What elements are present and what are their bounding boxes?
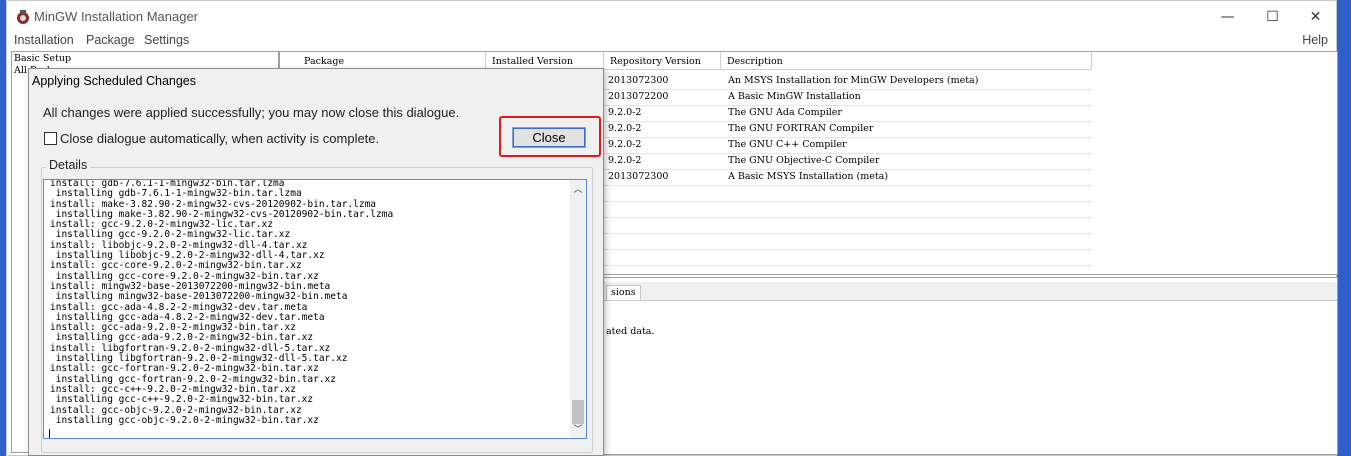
menu-installation[interactable]: Installation	[14, 33, 74, 47]
description-cell: A Basic MSYS Installation (meta)	[728, 171, 889, 182]
repository-version-cell: 2013072300	[608, 171, 669, 182]
menu-bar: Installation Package Settings Help	[7, 31, 1336, 51]
description-cell: An MSYS Installation for MinGW Developer…	[728, 75, 979, 86]
description-cell: The GNU FORTRAN Compiler	[728, 123, 874, 134]
tab-versions[interactable]: sions	[606, 285, 641, 300]
details-log[interactable]: install: gdb-7.6.1-1-mingw32-bin.tar.lzm…	[43, 179, 587, 439]
repository-version-cell: 2013072200	[608, 91, 669, 102]
dialog-message: All changes were applied successfully; y…	[43, 105, 460, 120]
maximize-button[interactable]: ☐	[1250, 1, 1295, 33]
auto-close-label[interactable]: Close dialogue automatically, when activ…	[60, 131, 379, 146]
log-scrollbar[interactable]: ︿ ﹀	[570, 180, 586, 438]
mingw-app-icon	[17, 10, 29, 24]
column-header-repository-version[interactable]: Repository Version	[604, 52, 721, 70]
tree-item-basic-setup[interactable]: Basic Setup	[14, 53, 71, 64]
log-text: install: gdb-7.6.1-1-mingw32-bin.tar.lzm…	[50, 180, 393, 426]
description-cell: The GNU Ada Compiler	[728, 107, 842, 118]
scrollbar-thumb[interactable]	[572, 400, 584, 424]
menu-help[interactable]: Help	[1302, 33, 1328, 47]
window-title: MinGW Installation Manager	[34, 9, 199, 24]
dialog-title: Applying Scheduled Changes	[32, 74, 197, 88]
auto-close-checkbox[interactable]	[44, 132, 57, 145]
menu-package[interactable]: Package	[86, 33, 135, 47]
details-label: Details	[46, 158, 91, 172]
description-cell: A Basic MinGW Installation	[728, 91, 861, 102]
repository-version-cell: 9.2.0-2	[608, 139, 642, 150]
repository-version-cell: 9.2.0-2	[608, 107, 642, 118]
repository-version-cell: 9.2.0-2	[608, 155, 642, 166]
scroll-down-icon[interactable]: ﹀	[570, 422, 586, 436]
description-cell: The GNU C++ Compiler	[728, 139, 847, 150]
description-cell: The GNU Objective-C Compiler	[728, 155, 880, 166]
text-caret	[49, 429, 50, 438]
repository-version-cell: 9.2.0-2	[608, 123, 642, 134]
menu-settings[interactable]: Settings	[144, 33, 189, 47]
scroll-up-icon[interactable]: ︿	[570, 182, 586, 196]
title-bar: MinGW Installation Manager — ☐ ✕	[7, 1, 1336, 33]
column-header-description[interactable]: Description	[721, 52, 1092, 70]
close-window-button[interactable]: ✕	[1293, 1, 1338, 33]
close-button[interactable]: Close	[512, 127, 586, 148]
log-line: installing gcc-objc-9.2.0-2-mingw32-bin.…	[50, 414, 319, 426]
repository-version-cell: 2013072300	[608, 75, 669, 86]
details-text: ated data.	[606, 326, 655, 337]
applying-changes-dialog: Applying Scheduled Changes All changes w…	[28, 68, 604, 456]
minimize-button[interactable]: —	[1205, 1, 1250, 33]
log-line: installing gcc-c++-9.2.0-2-mingw32-bin.t…	[50, 394, 314, 406]
